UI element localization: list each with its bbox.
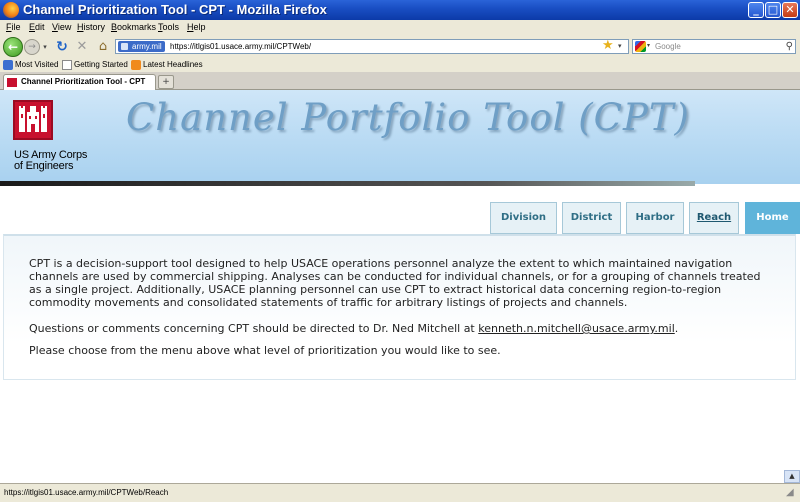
- castle-icon: [19, 106, 47, 132]
- contact-paragraph: Questions or comments concerning CPT sho…: [29, 322, 774, 335]
- url-dropdown-icon[interactable]: ▾: [618, 38, 622, 55]
- tab-division[interactable]: Division: [490, 202, 557, 234]
- tab-reach[interactable]: Reach: [689, 202, 739, 234]
- org-name-line: of Engineers: [14, 160, 74, 172]
- tab-harbor[interactable]: Harbor: [626, 202, 684, 234]
- search-bar[interactable]: ▾ Google ⚲: [632, 39, 796, 54]
- window-titlebar: Channel Prioritization Tool - CPT - Mozi…: [0, 0, 800, 20]
- page-viewport: US Army Corps of Engineers Channel Portf…: [0, 90, 800, 483]
- bookmark-most-visited[interactable]: Most Visited: [3, 59, 58, 71]
- rss-feed-icon: [131, 60, 141, 70]
- tab-home[interactable]: Home: [745, 202, 800, 234]
- bookmark-getting-started[interactable]: Getting Started: [62, 59, 128, 71]
- most-visited-icon: [3, 60, 13, 70]
- menu-file[interactable]: File: [6, 22, 21, 32]
- organization-name: US Army Corps of Engineers: [14, 150, 104, 172]
- search-input[interactable]: Google: [655, 41, 681, 52]
- bookmark-latest-headlines[interactable]: Latest Headlines: [131, 59, 203, 71]
- tab-district[interactable]: District: [562, 202, 621, 234]
- usace-castle-logo: [13, 100, 53, 140]
- window-title: Channel Prioritization Tool - CPT - Mozi…: [23, 2, 327, 17]
- status-text: https://itlgis01.usace.army.mil/CPTWeb/R…: [4, 488, 169, 497]
- home-icon[interactable]: ⌂: [95, 39, 111, 55]
- search-go-icon[interactable]: ⚲: [786, 40, 793, 53]
- history-dropdown-icon[interactable]: ▾: [41, 40, 49, 54]
- banner-divider: [0, 181, 695, 186]
- bookmark-label: Getting Started: [74, 60, 128, 69]
- stop-icon[interactable]: ✕: [74, 39, 90, 55]
- resize-grip-icon[interactable]: ◢: [786, 487, 798, 499]
- menu-history[interactable]: History: [77, 22, 105, 32]
- site-identity-button[interactable]: army.mil: [118, 41, 165, 52]
- bookmark-label: Most Visited: [15, 60, 59, 69]
- contact-text: Questions or comments concerning CPT sho…: [29, 322, 479, 335]
- app-title: Channel Portfolio Tool (CPT): [126, 96, 690, 139]
- browser-tab-label: Channel Prioritization Tool - CPT: [21, 77, 146, 86]
- maximize-button[interactable]: □: [765, 2, 781, 18]
- site-banner: US Army Corps of Engineers Channel Portf…: [0, 90, 800, 184]
- minimize-button[interactable]: _: [748, 2, 764, 18]
- google-icon[interactable]: [635, 41, 646, 52]
- search-engine-dropdown-icon[interactable]: ▾: [647, 40, 650, 53]
- contact-text-suffix: .: [674, 322, 679, 335]
- browser-tab[interactable]: Channel Prioritization Tool - CPT: [3, 74, 156, 90]
- url-text[interactable]: https://itlgis01.usace.army.mil/CPTWeb/: [170, 41, 311, 52]
- bookmark-label: Latest Headlines: [143, 60, 203, 69]
- contact-email-link[interactable]: kenneth.n.mitchell@usace.army.mil: [478, 322, 675, 335]
- menu-bookmarks[interactable]: Bookmarks: [111, 22, 156, 32]
- new-tab-button[interactable]: +: [158, 75, 174, 89]
- bookmarks-toolbar: Most Visited Getting Started Latest Head…: [0, 58, 800, 72]
- address-bar[interactable]: army.mil https://itlgis01.usace.army.mil…: [115, 39, 629, 54]
- menu-help[interactable]: Help: [187, 22, 206, 32]
- close-button[interactable]: ✕: [782, 2, 798, 18]
- intro-paragraph: CPT is a decision-support tool designed …: [29, 257, 761, 309]
- scroll-up-button[interactable]: ▲: [784, 470, 800, 483]
- content-panel: CPT is a decision-support tool designed …: [3, 234, 796, 380]
- status-bar: https://itlgis01.usace.army.mil/CPTWeb/R…: [0, 483, 800, 502]
- menu-view[interactable]: View: [52, 22, 71, 32]
- menu-bar: File Edit View History Bookmarks Tools H…: [0, 20, 800, 36]
- page-icon: [62, 60, 72, 70]
- instruction-paragraph: Please choose from the menu above what l…: [29, 344, 501, 357]
- bookmark-star-icon[interactable]: ★: [602, 37, 614, 55]
- menu-tools[interactable]: Tools: [158, 22, 179, 32]
- usace-favicon-icon: [7, 78, 17, 87]
- firefox-icon: [3, 2, 19, 18]
- tab-strip: Channel Prioritization Tool - CPT +: [0, 72, 800, 90]
- reload-icon[interactable]: ↻: [54, 39, 70, 55]
- forward-button[interactable]: →: [24, 39, 40, 55]
- back-button[interactable]: ←: [3, 37, 23, 57]
- menu-edit[interactable]: Edit: [29, 22, 45, 32]
